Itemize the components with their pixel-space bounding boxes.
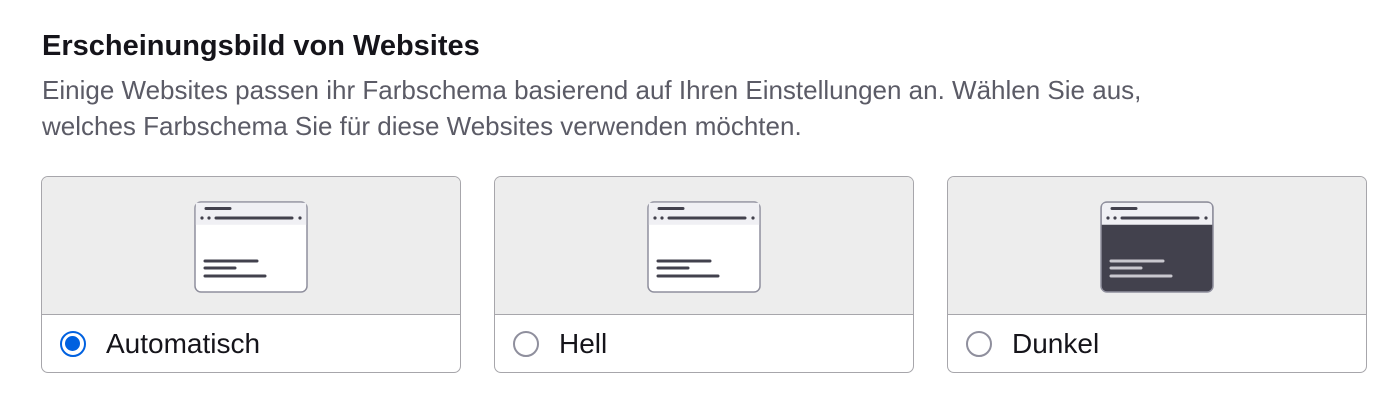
section-description: Einige Websites passen ihr Farbschema ba… [42, 72, 1372, 144]
website-appearance-section: Erscheinungsbild von Websites Einige Web… [42, 24, 1372, 144]
description-line-1: Einige Websites passen ihr Farbschema ba… [42, 75, 1142, 105]
radio-light[interactable] [513, 330, 539, 357]
description-line-2: welches Farbschema Sie für diese Website… [42, 111, 802, 141]
browser-window-light-icon [194, 201, 308, 293]
option-card-light[interactable]: Hell [494, 176, 914, 373]
option-preview-automatic [42, 177, 460, 315]
option-label-automatic: Automatisch [106, 327, 261, 359]
option-label-dark: Dunkel [1012, 327, 1100, 359]
color-scheme-options: Automatisch Hell Dunkel [41, 176, 1369, 374]
section-title: Erscheinungsbild von Websites [42, 30, 480, 62]
radio-dark[interactable] [966, 330, 992, 357]
option-row-dark: Dunkel [948, 315, 1366, 372]
browser-window-light-icon [647, 201, 761, 293]
option-label-light: Hell [559, 327, 608, 359]
option-card-automatic[interactable]: Automatisch [41, 176, 461, 373]
option-row-light: Hell [495, 315, 913, 372]
option-row-automatic: Automatisch [42, 315, 460, 372]
option-preview-light [495, 177, 913, 315]
option-preview-dark [948, 177, 1366, 315]
browser-window-dark-icon [1100, 201, 1214, 293]
option-card-dark[interactable]: Dunkel [947, 176, 1367, 373]
radio-automatic[interactable] [60, 330, 86, 357]
